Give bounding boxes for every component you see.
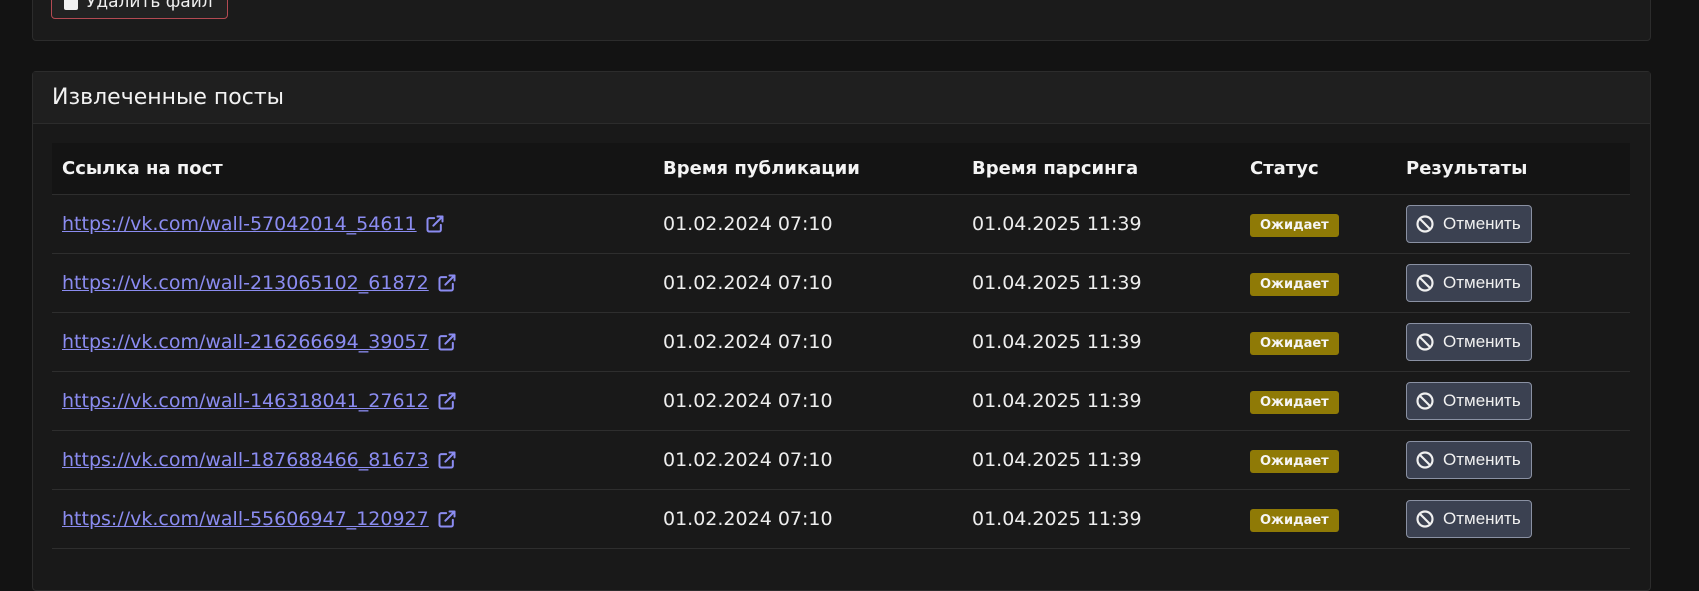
post-link-text: https://vk.com/wall-187688466_81673 <box>62 449 429 471</box>
card-header: Извлеченные посты <box>33 72 1650 124</box>
published-time: 01.02.2024 07:10 <box>663 331 833 353</box>
post-link-cell: https://vk.com/wall-187688466_81673 <box>52 449 663 471</box>
header-status: Статус <box>1250 158 1319 179</box>
status-badge: Ожидает <box>1250 213 1339 237</box>
table-row: https://vk.com/wall-57042014_54611 01.02… <box>52 195 1630 254</box>
header-parsed: Время парсинга <box>972 158 1139 179</box>
cancel-button[interactable]: Отменить <box>1406 264 1532 302</box>
cancel-label: Отменить <box>1443 391 1521 410</box>
status-cell: Ожидает <box>1250 507 1406 532</box>
extracted-posts-card: Извлеченные посты Ссылка на пост Время п… <box>32 71 1651 591</box>
results-cell: Отменить <box>1406 264 1630 302</box>
post-link[interactable]: https://vk.com/wall-146318041_27612 <box>62 390 457 412</box>
post-link-text: https://vk.com/wall-55606947_120927 <box>62 508 429 530</box>
status-cell: Ожидает <box>1250 271 1406 296</box>
results-cell: Отменить <box>1406 441 1630 479</box>
header-published: Время публикации <box>663 158 860 179</box>
external-link-icon <box>438 392 456 410</box>
parsed-time: 01.04.2025 11:39 <box>972 449 1142 471</box>
status-badge: Ожидает <box>1250 272 1339 296</box>
cancel-button[interactable]: Отменить <box>1406 500 1532 538</box>
post-link[interactable]: https://vk.com/wall-187688466_81673 <box>62 449 457 471</box>
ban-icon <box>1416 215 1434 233</box>
parsed-time: 01.04.2025 11:39 <box>972 508 1142 530</box>
post-link[interactable]: https://vk.com/wall-213065102_61872 <box>62 272 457 294</box>
ban-icon <box>1416 333 1434 351</box>
post-link[interactable]: https://vk.com/wall-55606947_120927 <box>62 508 457 530</box>
ban-icon <box>1416 510 1434 528</box>
post-link-text: https://vk.com/wall-146318041_27612 <box>62 390 429 412</box>
status-badge: Ожидает <box>1250 508 1339 532</box>
post-link-text: https://vk.com/wall-213065102_61872 <box>62 272 429 294</box>
parsed-time: 01.04.2025 11:39 <box>972 272 1142 294</box>
external-link-icon <box>438 510 456 528</box>
table-row: https://vk.com/wall-216266694_39057 01.0… <box>52 313 1630 372</box>
published-time: 01.02.2024 07:10 <box>663 213 833 235</box>
delete-file-button[interactable]: Удалить файл <box>51 0 228 19</box>
post-link-cell: https://vk.com/wall-146318041_27612 <box>52 390 663 412</box>
published-time: 01.02.2024 07:10 <box>663 272 833 294</box>
posts-table: Ссылка на пост Время публикации Время па… <box>52 143 1630 549</box>
post-link-cell: https://vk.com/wall-213065102_61872 <box>52 272 663 294</box>
post-link-cell: https://vk.com/wall-216266694_39057 <box>52 331 663 353</box>
file-card <box>32 0 1651 41</box>
ban-icon <box>1416 274 1434 292</box>
table-row: https://vk.com/wall-55606947_120927 01.0… <box>52 490 1630 549</box>
published-time: 01.02.2024 07:10 <box>663 449 833 471</box>
external-link-icon <box>438 274 456 292</box>
post-link[interactable]: https://vk.com/wall-57042014_54611 <box>62 213 445 235</box>
cancel-button[interactable]: Отменить <box>1406 205 1532 243</box>
post-link-text: https://vk.com/wall-57042014_54611 <box>62 213 417 235</box>
table-header: Ссылка на пост Время публикации Время па… <box>52 143 1630 195</box>
status-cell: Ожидает <box>1250 389 1406 414</box>
external-link-icon <box>426 215 444 233</box>
status-cell: Ожидает <box>1250 212 1406 237</box>
cancel-label: Отменить <box>1443 450 1521 469</box>
card-title: Извлеченные посты <box>52 85 285 110</box>
table-row: https://vk.com/wall-187688466_81673 01.0… <box>52 431 1630 490</box>
status-cell: Ожидает <box>1250 330 1406 355</box>
status-cell: Ожидает <box>1250 448 1406 473</box>
cancel-button[interactable]: Отменить <box>1406 441 1532 479</box>
results-cell: Отменить <box>1406 205 1630 243</box>
header-link: Ссылка на пост <box>62 158 223 179</box>
cancel-button[interactable]: Отменить <box>1406 382 1532 420</box>
status-badge: Ожидает <box>1250 449 1339 473</box>
post-link-cell: https://vk.com/wall-55606947_120927 <box>52 508 663 530</box>
external-link-icon <box>438 451 456 469</box>
published-time: 01.02.2024 07:10 <box>663 508 833 530</box>
post-link-text: https://vk.com/wall-216266694_39057 <box>62 331 429 353</box>
table-row: https://vk.com/wall-146318041_27612 01.0… <box>52 372 1630 431</box>
table-row: https://vk.com/wall-213065102_61872 01.0… <box>52 254 1630 313</box>
parsed-time: 01.04.2025 11:39 <box>972 390 1142 412</box>
post-link-cell: https://vk.com/wall-57042014_54611 <box>52 213 663 235</box>
header-results: Результаты <box>1406 158 1528 179</box>
parsed-time: 01.04.2025 11:39 <box>972 331 1142 353</box>
results-cell: Отменить <box>1406 500 1630 538</box>
published-time: 01.02.2024 07:10 <box>663 390 833 412</box>
cancel-label: Отменить <box>1443 332 1521 351</box>
delete-file-label: Удалить файл <box>86 0 213 12</box>
external-link-icon <box>438 333 456 351</box>
checkbox-icon <box>64 0 78 10</box>
status-badge: Ожидает <box>1250 390 1339 414</box>
ban-icon <box>1416 392 1434 410</box>
parsed-time: 01.04.2025 11:39 <box>972 213 1142 235</box>
post-link[interactable]: https://vk.com/wall-216266694_39057 <box>62 331 457 353</box>
cancel-label: Отменить <box>1443 214 1521 233</box>
cancel-label: Отменить <box>1443 273 1521 292</box>
ban-icon <box>1416 451 1434 469</box>
cancel-label: Отменить <box>1443 509 1521 528</box>
results-cell: Отменить <box>1406 382 1630 420</box>
results-cell: Отменить <box>1406 323 1630 361</box>
status-badge: Ожидает <box>1250 331 1339 355</box>
cancel-button[interactable]: Отменить <box>1406 323 1532 361</box>
